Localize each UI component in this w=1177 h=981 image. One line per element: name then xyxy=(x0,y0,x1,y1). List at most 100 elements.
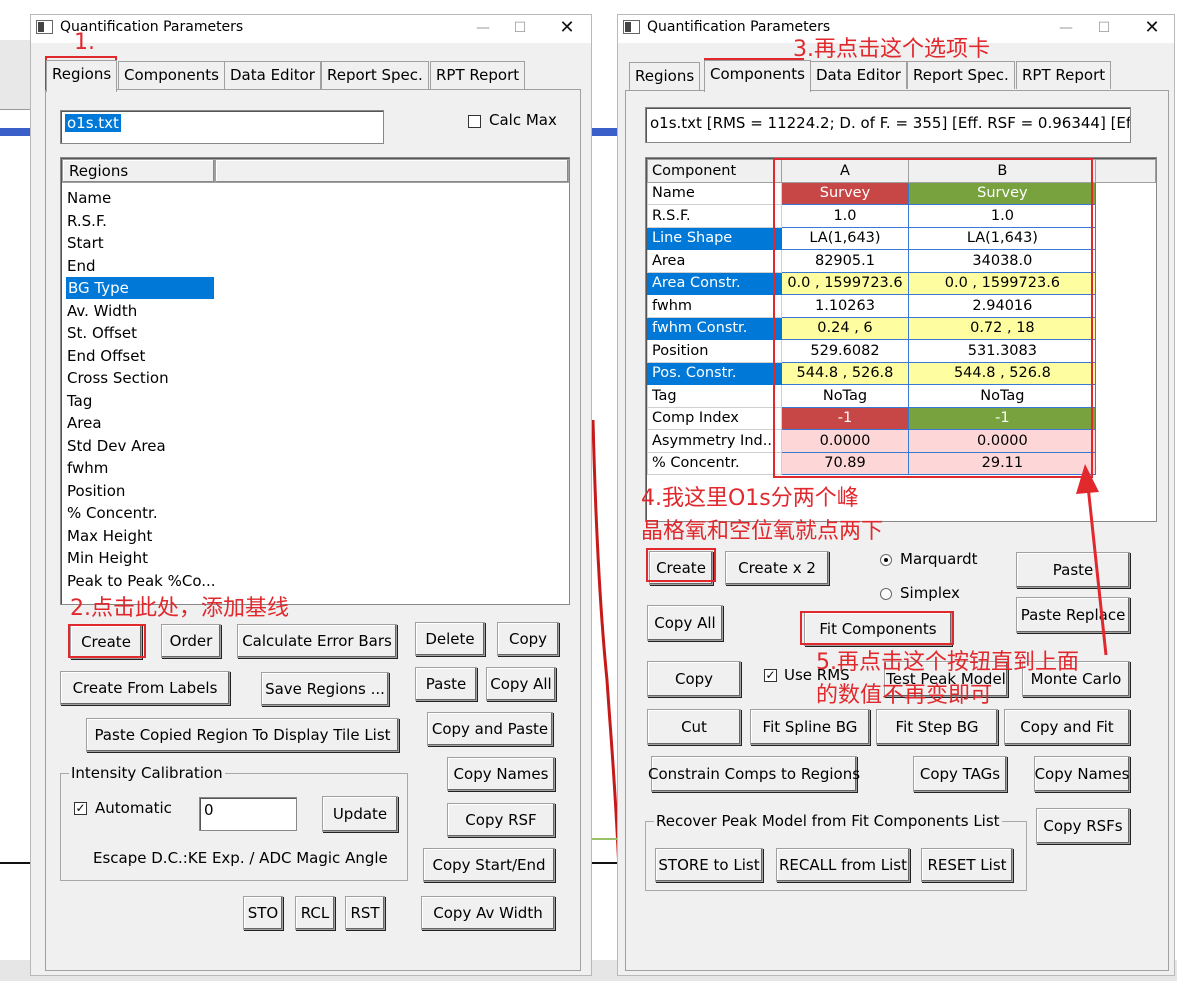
grid-row-label[interactable]: Area Constr. xyxy=(647,271,782,295)
regions-list-header[interactable]: Regions xyxy=(62,159,215,183)
close-icon[interactable]: ✕ xyxy=(555,18,579,38)
grid-cell-b[interactable]: LA(1,643) xyxy=(908,226,1097,250)
grid-cell-a[interactable]: 0.0 , 1599723.6 xyxy=(780,271,910,295)
create-from-labels-button[interactable]: Create From Labels xyxy=(60,671,230,705)
grid-cell-a[interactable]: 1.10263 xyxy=(780,294,910,318)
grid-row-label[interactable]: Tag xyxy=(647,384,782,408)
fit-info-field[interactable]: o1s.txt [RMS = 11224.2; D. of F. = 355] … xyxy=(645,107,1131,143)
copy-rsfs-button[interactable]: Copy RSFs xyxy=(1036,808,1130,844)
grid-header-b[interactable]: B xyxy=(908,159,1097,183)
store-to-list-button[interactable]: STORE to List xyxy=(655,848,763,882)
regions-list-item[interactable]: Peak to Peak %Co... xyxy=(67,570,216,592)
rcl-button[interactable]: RCL xyxy=(295,896,335,930)
grid-header-a[interactable]: A xyxy=(780,159,910,183)
maximize-icon[interactable]: ☐ xyxy=(1092,18,1116,38)
grid-row-label[interactable]: Position xyxy=(647,339,782,363)
regions-list-item[interactable]: Std Dev Area xyxy=(67,435,166,457)
regions-list-item[interactable]: Max Height xyxy=(67,525,152,547)
tab-components[interactable]: Components xyxy=(118,61,225,89)
copy-names-button[interactable]: Copy Names xyxy=(1034,756,1130,792)
grid-cell-b[interactable]: Survey xyxy=(908,181,1097,205)
grid-cell-b[interactable]: 29.11 xyxy=(908,451,1097,475)
tab-regions[interactable]: Regions xyxy=(46,60,118,92)
grid-row-label[interactable]: fwhm Constr. xyxy=(647,316,782,340)
grid-row-label[interactable]: Line Shape xyxy=(647,226,782,250)
grid-cell-a[interactable]: NoTag xyxy=(780,384,910,408)
grid-cell-b[interactable]: 2.94016 xyxy=(908,294,1097,318)
grid-cell-a[interactable]: 544.8 , 526.8 xyxy=(780,361,910,385)
grid-row-label[interactable]: Pos. Constr. xyxy=(647,361,782,385)
regions-list-item[interactable]: Area xyxy=(67,412,102,434)
regions-list-item[interactable]: End xyxy=(67,255,96,277)
calculate-error-bars-button[interactable]: Calculate Error Bars xyxy=(237,624,397,658)
copy-start-end-button[interactable]: Copy Start/End xyxy=(423,848,555,882)
tab-components[interactable]: Components xyxy=(704,60,811,92)
fit-components-button[interactable]: Fit Components xyxy=(804,612,952,646)
regions-list-item[interactable]: fwhm xyxy=(67,457,108,479)
regions-list-item[interactable]: Name xyxy=(67,187,111,209)
regions-list-item[interactable]: Tag xyxy=(67,390,92,412)
paste-copied-region-button[interactable]: Paste Copied Region To Display Tile List xyxy=(86,718,399,752)
grid-cell-a[interactable]: 0.0000 xyxy=(780,429,910,453)
close-icon[interactable]: ✕ xyxy=(1140,18,1164,38)
use-rms-checkbox[interactable]: ✓ xyxy=(764,669,777,682)
simplex-radio[interactable] xyxy=(880,588,892,600)
grid-cell-a[interactable]: Survey xyxy=(780,181,910,205)
tab-regions[interactable]: Regions xyxy=(629,62,701,90)
grid-cell-a[interactable]: 82905.1 xyxy=(780,249,910,273)
save-regions-button[interactable]: Save Regions ... xyxy=(261,672,389,706)
grid-cell-a[interactable]: 0.24 , 6 xyxy=(780,316,910,340)
regions-list-item[interactable]: R.S.F. xyxy=(67,210,107,232)
grid-cell-b[interactable]: 531.3083 xyxy=(908,339,1097,363)
regions-list-item[interactable]: Cross Section xyxy=(67,367,169,389)
paste-button[interactable]: Paste xyxy=(415,667,477,701)
tab-rpt-report[interactable]: RPT Report xyxy=(1016,61,1112,89)
sto-button[interactable]: STO xyxy=(243,896,283,930)
create-component-button[interactable]: Create xyxy=(649,551,713,585)
grid-cell-b[interactable]: 0.0 , 1599723.6 xyxy=(908,271,1097,295)
grid-cell-b[interactable]: 1.0 xyxy=(908,204,1097,228)
create-region-button[interactable]: Create xyxy=(70,625,142,659)
minimize-icon[interactable]: — xyxy=(1054,18,1078,38)
grid-cell-b[interactable]: NoTag xyxy=(908,384,1097,408)
grid-row-label[interactable]: Name xyxy=(647,181,782,205)
copy-button[interactable]: Copy xyxy=(497,622,559,656)
update-button[interactable]: Update xyxy=(322,796,398,832)
marquardt-radio[interactable] xyxy=(880,554,892,566)
fit-step-bg-button[interactable]: Fit Step BG xyxy=(876,709,998,745)
grid-cell-b[interactable]: 0.0000 xyxy=(908,429,1097,453)
filename-field[interactable]: o1s.txt xyxy=(60,110,384,144)
order-button[interactable]: Order xyxy=(161,624,221,658)
copy-rsf-button[interactable]: Copy RSF xyxy=(447,803,555,837)
regions-list-item[interactable]: BG Type xyxy=(66,277,214,299)
grid-cell-a[interactable]: 1.0 xyxy=(780,204,910,228)
copy-and-fit-button[interactable]: Copy and Fit xyxy=(1004,709,1130,745)
tab-report-spec[interactable]: Report Spec. xyxy=(321,61,429,89)
grid-cell-b[interactable]: 34038.0 xyxy=(908,249,1097,273)
grid-cell-a[interactable]: 529.6082 xyxy=(780,339,910,363)
tab-data-editor[interactable]: Data Editor xyxy=(810,61,907,89)
grid-row-label[interactable]: Comp Index xyxy=(647,406,782,430)
cut-button[interactable]: Cut xyxy=(647,709,741,745)
regions-list-item[interactable]: Position xyxy=(67,480,125,502)
tab-data-editor[interactable]: Data Editor xyxy=(224,61,321,89)
copy-all-button[interactable]: Copy All xyxy=(647,605,723,641)
delete-button[interactable]: Delete xyxy=(415,622,485,656)
copy-button[interactable]: Copy xyxy=(647,661,741,697)
grid-cell-a[interactable]: LA(1,643) xyxy=(780,226,910,250)
regions-list-item[interactable]: Av. Width xyxy=(67,300,137,322)
minimize-icon[interactable]: — xyxy=(471,18,495,38)
copy-and-paste-button[interactable]: Copy and Paste xyxy=(427,712,553,746)
tab-report-spec[interactable]: Report Spec. xyxy=(907,61,1015,89)
regions-list-item[interactable]: Start xyxy=(67,232,104,254)
grid-row-label[interactable]: % Concentr. xyxy=(647,451,782,475)
recall-from-list-button[interactable]: RECALL from List xyxy=(776,848,910,882)
reset-list-button[interactable]: RESET List xyxy=(921,848,1013,882)
copy-av-width-button[interactable]: Copy Av Width xyxy=(421,896,555,930)
grid-cell-b[interactable]: 544.8 , 526.8 xyxy=(908,361,1097,385)
grid-row-label[interactable]: Asymmetry Ind... xyxy=(647,429,782,453)
grid-row-label[interactable]: R.S.F. xyxy=(647,204,782,228)
grid-cell-b[interactable]: -1 xyxy=(908,406,1097,430)
copy-tags-button[interactable]: Copy TAGs xyxy=(913,756,1007,792)
create-x2-button[interactable]: Create x 2 xyxy=(725,551,829,585)
